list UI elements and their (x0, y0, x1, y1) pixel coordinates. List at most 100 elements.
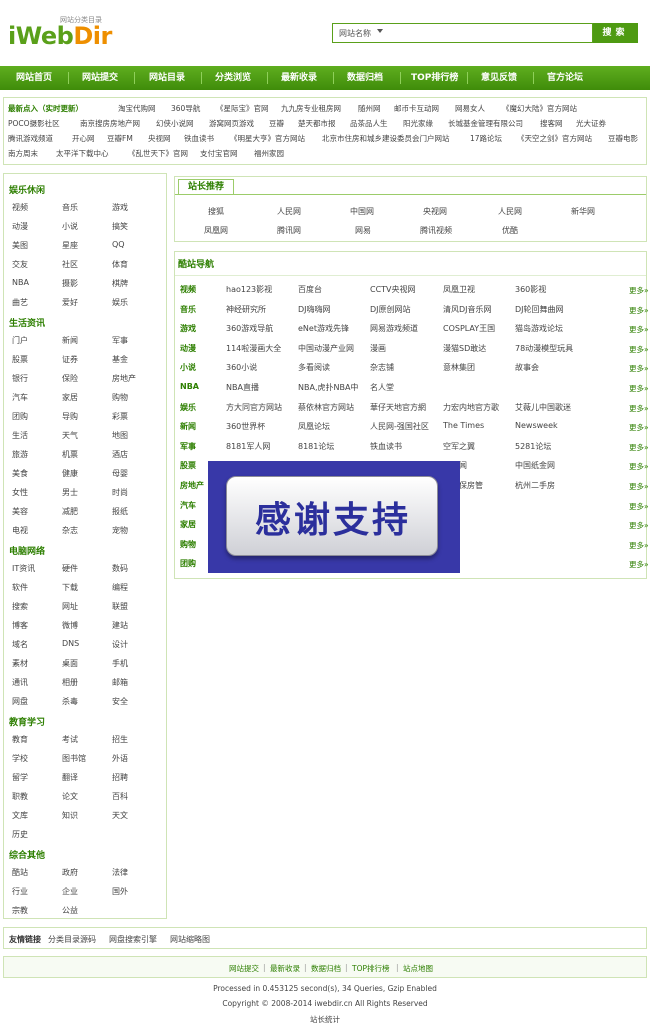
sidebar-link[interactable]: QQ (112, 240, 125, 249)
more-link[interactable]: 更多» (629, 520, 649, 531)
cool-site-link[interactable]: 空军之翼 (443, 441, 475, 452)
sidebar-link[interactable]: 杂志 (62, 525, 78, 536)
cool-category[interactable]: 视频 (180, 284, 196, 295)
cool-site-link[interactable]: 铁血读书 (370, 441, 402, 452)
sidebar-link[interactable]: 微博 (62, 620, 78, 631)
cool-site-link[interactable]: NBA,虎扑NBA中 (298, 382, 358, 393)
search-input[interactable]: 网站名称 (332, 23, 593, 43)
footer-stats-link[interactable]: 站长统计 (0, 1014, 650, 1025)
friend-link[interactable]: 网盘搜索引擎 (109, 934, 157, 945)
more-link[interactable]: 更多» (629, 461, 649, 472)
sidebar-link[interactable]: 交友 (12, 259, 28, 270)
sidebar-link[interactable]: 团购 (12, 411, 28, 422)
sidebar-link[interactable]: 硬件 (62, 563, 78, 574)
cool-site-link[interactable]: 网易游戏频道 (370, 323, 418, 334)
sidebar-link[interactable]: 知识 (62, 810, 78, 821)
sidebar-link[interactable]: 健康 (62, 468, 78, 479)
latest-link[interactable]: 《魔幻大陆》官方网站 (502, 102, 577, 116)
sidebar-link[interactable]: 教育 (12, 734, 28, 745)
recommend-link[interactable]: 中国网 (350, 206, 374, 217)
sidebar-link[interactable]: 百科 (112, 791, 128, 802)
more-link[interactable]: 更多» (629, 540, 649, 551)
sidebar-link[interactable]: 搞笑 (112, 221, 128, 232)
sidebar-link[interactable]: 购物 (112, 392, 128, 403)
cool-site-link[interactable]: NBA直播 (226, 382, 259, 393)
cool-site-link[interactable]: 蔡依林官方网站 (298, 402, 354, 413)
more-link[interactable]: 更多» (629, 324, 649, 335)
cool-site-link[interactable]: 360小说 (226, 362, 257, 373)
cool-site-link[interactable]: 凤凰论坛 (298, 421, 330, 432)
cool-category[interactable]: 汽车 (180, 500, 196, 511)
sidebar-link[interactable]: 国外 (112, 886, 128, 897)
cool-site-link[interactable]: eNet游戏先锋 (298, 323, 349, 334)
cool-site-link[interactable]: 中国动漫产业网 (298, 343, 354, 354)
sidebar-link[interactable]: 导购 (62, 411, 78, 422)
more-link[interactable]: 更多» (629, 442, 649, 453)
cool-site-link[interactable]: 人民网-强国社区 (370, 421, 429, 432)
cool-site-link[interactable]: hao123影视 (226, 284, 272, 295)
latest-link[interactable]: 360导航 (171, 102, 200, 116)
footer-link[interactable]: TOP排行榜 (352, 963, 390, 974)
sidebar-link[interactable]: 网盘 (12, 696, 28, 707)
sidebar-link[interactable]: 门户 (12, 335, 28, 346)
friend-link[interactable]: 网站缩略图 (170, 934, 210, 945)
cool-site-link[interactable]: 方大同官方网站 (226, 402, 282, 413)
sidebar-link[interactable]: 文库 (12, 810, 28, 821)
latest-link[interactable]: 光大证券 (576, 117, 606, 131)
sidebar-link[interactable]: 编程 (112, 582, 128, 593)
recommend-link[interactable]: 凤凰网 (204, 225, 228, 236)
sidebar-link[interactable]: 域名 (12, 639, 28, 650)
latest-link[interactable]: 淘宝代购网 (118, 102, 156, 116)
cool-category[interactable]: 动漫 (180, 343, 196, 354)
cool-site-link[interactable]: DJ嗨嗨网 (298, 304, 331, 315)
cool-site-link[interactable]: 杭州二手房 (515, 480, 555, 491)
sidebar-link[interactable]: 软件 (12, 582, 28, 593)
nav-feedback[interactable]: 意见反馈 (481, 66, 517, 90)
cool-site-link[interactable]: DJ轮回舞曲网 (515, 304, 564, 315)
recommend-link[interactable]: 央视网 (423, 206, 447, 217)
latest-link[interactable]: 长城基金管理有限公司 (448, 117, 523, 131)
cool-site-link[interactable]: 猫岛游戏论坛 (515, 323, 563, 334)
sidebar-link[interactable]: 娱乐 (112, 297, 128, 308)
sidebar-link[interactable]: 社区 (62, 259, 78, 270)
sidebar-link[interactable]: 生活 (12, 430, 28, 441)
sidebar-link[interactable]: 证券 (62, 354, 78, 365)
more-link[interactable]: 更多» (629, 285, 649, 296)
sidebar-link[interactable]: 房地产 (112, 373, 136, 384)
sidebar-link[interactable]: 爱好 (62, 297, 78, 308)
sidebar-link[interactable]: 母婴 (112, 468, 128, 479)
sidebar-link[interactable]: 美容 (12, 506, 28, 517)
nav-top[interactable]: TOP排行榜 (411, 66, 458, 90)
sidebar-link[interactable]: 新闻 (62, 335, 78, 346)
sidebar-link[interactable]: 搜索 (12, 601, 28, 612)
sidebar-link[interactable]: 宗教 (12, 905, 28, 916)
cool-site-link[interactable]: 百度台 (298, 284, 322, 295)
more-link[interactable]: 更多» (629, 383, 649, 394)
cool-site-link[interactable]: 神经研究所 (226, 304, 266, 315)
sidebar-link[interactable]: 保险 (62, 373, 78, 384)
sidebar-link[interactable]: 报纸 (112, 506, 128, 517)
friend-link[interactable]: 分类目录源码 (48, 934, 96, 945)
cool-site-link[interactable]: DJ原创网站 (370, 304, 411, 315)
sidebar-link[interactable]: 体育 (112, 259, 128, 270)
sidebar-link[interactable]: 翻译 (62, 772, 78, 783)
sidebar-link[interactable]: 考试 (62, 734, 78, 745)
latest-link[interactable]: POCO摄影社区 (8, 117, 60, 131)
sidebar-link[interactable]: 酒店 (112, 449, 128, 460)
sidebar-link[interactable]: 小说 (62, 221, 78, 232)
cool-category[interactable]: 购物 (180, 539, 196, 550)
sidebar-link[interactable]: 招生 (112, 734, 128, 745)
sidebar-link[interactable]: 彩票 (112, 411, 128, 422)
more-link[interactable]: 更多» (629, 344, 649, 355)
sidebar-link[interactable]: 安全 (112, 696, 128, 707)
more-link[interactable]: 更多» (629, 305, 649, 316)
cool-site-link[interactable]: 多看阅读 (298, 362, 330, 373)
sidebar-link[interactable]: 联盟 (112, 601, 128, 612)
sidebar-link[interactable]: 汽车 (12, 392, 28, 403)
latest-link[interactable]: 《明星大亨》官方网站 (230, 132, 305, 146)
cool-category[interactable]: 股票 (180, 460, 196, 471)
latest-link[interactable]: 腾讯游戏频道 (8, 132, 53, 146)
latest-link[interactable]: 豆瓣 (269, 117, 284, 131)
tab-recommend[interactable]: 站长推荐 (178, 179, 234, 195)
latest-link[interactable]: 北京市住房和城乡建设委员会门户网站 (322, 132, 450, 146)
